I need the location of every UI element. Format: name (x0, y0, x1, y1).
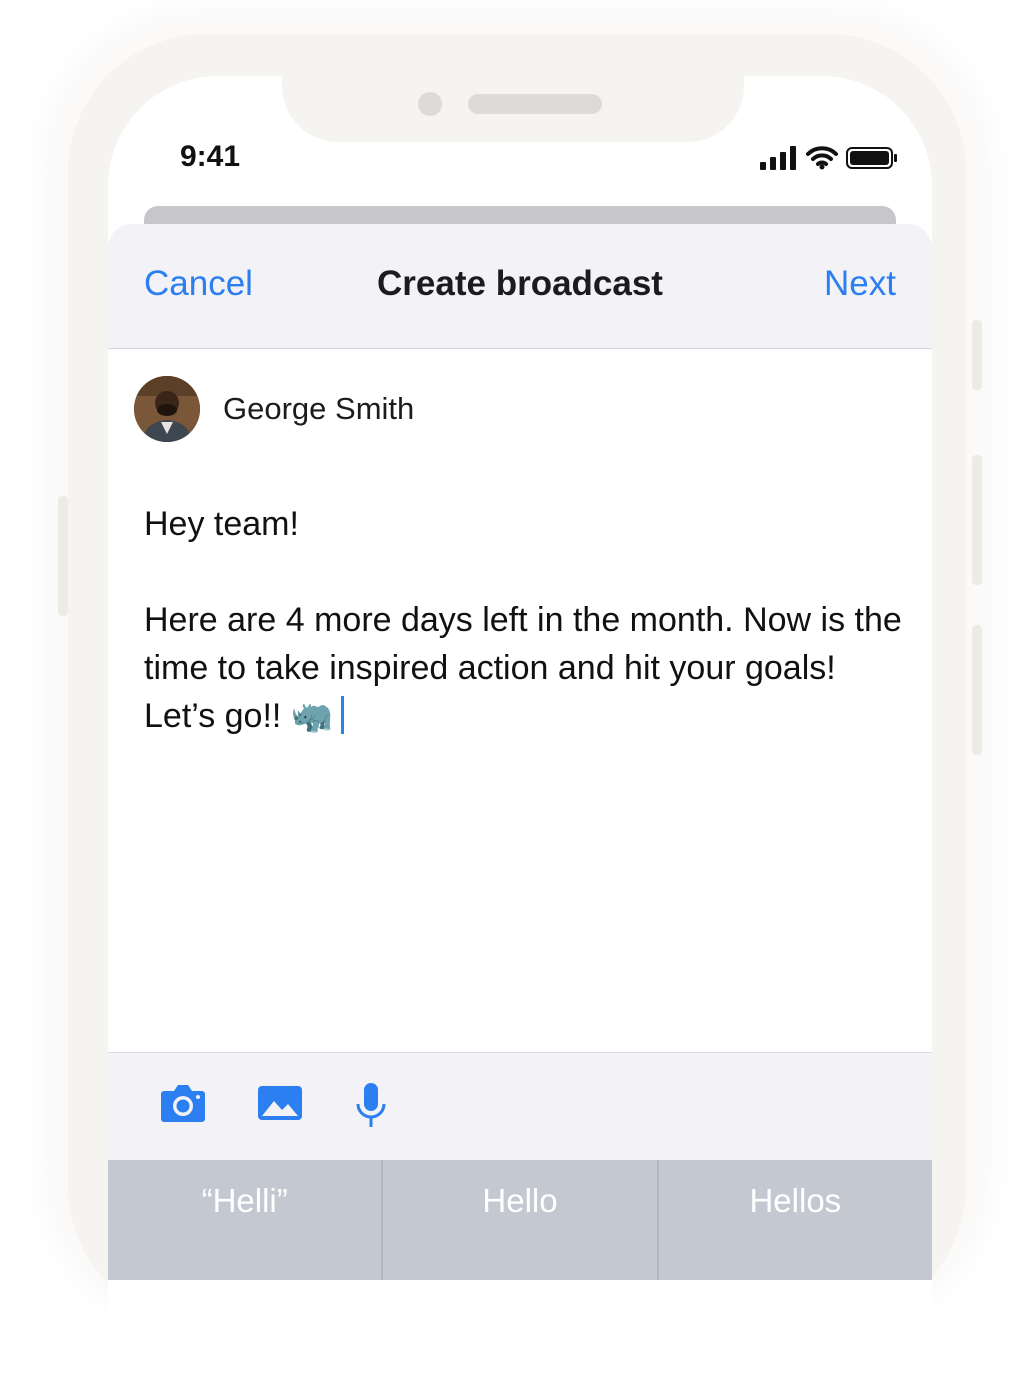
message-line: Hey team! (144, 505, 299, 543)
phone-side-button (972, 625, 982, 755)
signal-icon (760, 146, 796, 170)
phone-screen: 9:41 Cancel Create broadcast Next George… (108, 76, 932, 1376)
speaker-grille (468, 94, 602, 114)
phone-side-button (58, 496, 68, 616)
microphone-icon[interactable] (356, 1083, 386, 1129)
suggestion-item[interactable]: Hellos (659, 1160, 932, 1280)
broadcast-sheet: Cancel Create broadcast Next George Smit… (108, 224, 932, 1376)
suggestion-item[interactable]: “Helli” (108, 1160, 384, 1280)
predictive-text-bar: “Helli” Hello Hellos (108, 1160, 932, 1280)
phone-side-button (972, 320, 982, 390)
author-row: George Smith (134, 376, 414, 442)
text-cursor (341, 696, 345, 734)
phone-side-button (972, 455, 982, 585)
avatar (134, 376, 200, 442)
avatar-image (134, 376, 200, 442)
attachment-toolbar (108, 1052, 932, 1161)
message-body: Here are 4 more days left in the month. … (144, 601, 912, 735)
wifi-icon (806, 146, 838, 170)
status-time: 9:41 (180, 140, 241, 173)
author-name: George Smith (223, 391, 415, 426)
nav-bar: Cancel Create broadcast Next (108, 224, 932, 349)
battery-icon (846, 147, 897, 169)
camera-icon[interactable] (160, 1083, 206, 1123)
status-icons (760, 144, 898, 172)
page-title: Create broadcast (377, 264, 663, 303)
photo-icon[interactable] (257, 1083, 303, 1121)
message-input[interactable]: Hey team! Here are 4 more days left in t… (144, 500, 904, 740)
notch (282, 76, 744, 142)
next-button[interactable]: Next (824, 264, 896, 304)
front-camera (418, 92, 442, 116)
suggestion-item[interactable]: Hello (383, 1160, 659, 1280)
